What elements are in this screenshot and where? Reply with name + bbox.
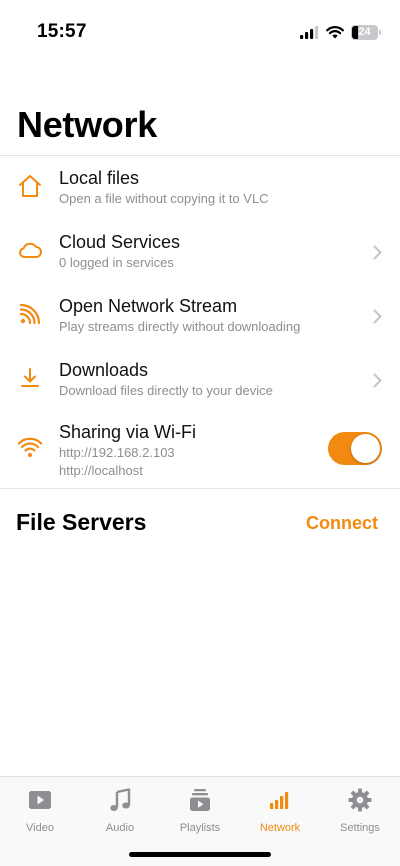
row-title: Local files xyxy=(59,168,140,188)
wifi-status-icon xyxy=(326,25,344,38)
tab-network[interactable]: Network xyxy=(240,787,320,837)
network-bars-icon xyxy=(267,787,293,813)
connect-button[interactable]: Connect xyxy=(306,513,378,534)
music-note-icon xyxy=(107,787,133,813)
status-bar: 15:57 24 xyxy=(0,0,400,60)
row-title: Open Network Stream xyxy=(59,296,238,316)
row-subtitle-secondary: http://localhost xyxy=(59,463,143,478)
cloud-icon xyxy=(16,236,44,264)
chevron-right-icon xyxy=(371,243,383,261)
page-title: Network xyxy=(17,104,157,145)
tab-label: Playlists xyxy=(179,822,221,834)
row-local-files[interactable]: Local files Open a file without copying … xyxy=(0,156,400,220)
row-open-network-stream[interactable]: Open Network Stream Play streams directl… xyxy=(0,284,400,348)
row-subtitle: 0 logged in services xyxy=(59,255,174,270)
home-indicator[interactable] xyxy=(129,852,271,857)
row-cloud-services[interactable]: Cloud Services 0 logged in services xyxy=(0,220,400,284)
wifi-icon xyxy=(16,434,44,462)
file-servers-title: File Servers xyxy=(16,509,147,535)
row-title: Downloads xyxy=(59,360,149,380)
row-subtitle: Play streams directly without downloadin… xyxy=(59,319,301,334)
row-downloads[interactable]: Downloads Download files directly to you… xyxy=(0,348,400,412)
tab-label: Settings xyxy=(340,822,380,834)
tab-label: Audio xyxy=(105,822,135,834)
row-title: Cloud Services xyxy=(59,232,181,252)
battery-icon: 24 xyxy=(351,24,381,40)
chevron-right-icon xyxy=(371,371,383,389)
tab-audio[interactable]: Audio xyxy=(80,787,160,837)
tab-label: Video xyxy=(26,822,54,834)
rss-icon xyxy=(16,300,44,328)
list-divider xyxy=(0,488,400,489)
playlists-icon xyxy=(187,787,213,813)
row-subtitle: Download files directly to your device xyxy=(59,383,273,398)
status-icons: 24 xyxy=(300,22,381,42)
video-icon xyxy=(27,787,53,813)
row-subtitle: Open a file without copying it to VLC xyxy=(59,191,269,206)
cellular-signal-icon xyxy=(300,25,319,39)
wifi-sharing-toggle[interactable] xyxy=(328,432,382,465)
tab-settings[interactable]: Settings xyxy=(320,787,400,837)
tab-label: Network xyxy=(259,822,301,834)
row-title: Sharing via Wi-Fi xyxy=(59,422,197,442)
row-subtitle: http://192.168.2.103 xyxy=(59,445,175,460)
chevron-right-icon xyxy=(371,307,383,325)
status-time: 15:57 xyxy=(37,21,87,42)
toggle-knob xyxy=(351,434,380,463)
battery-level: 24 xyxy=(358,26,371,38)
tab-playlists[interactable]: Playlists xyxy=(160,787,240,837)
gear-icon xyxy=(347,787,373,813)
tab-video[interactable]: Video xyxy=(0,787,80,837)
download-icon xyxy=(16,364,44,392)
home-icon xyxy=(16,172,44,200)
row-sharing-via-wifi: Sharing via Wi-Fi http://192.168.2.103 h… xyxy=(0,412,400,488)
